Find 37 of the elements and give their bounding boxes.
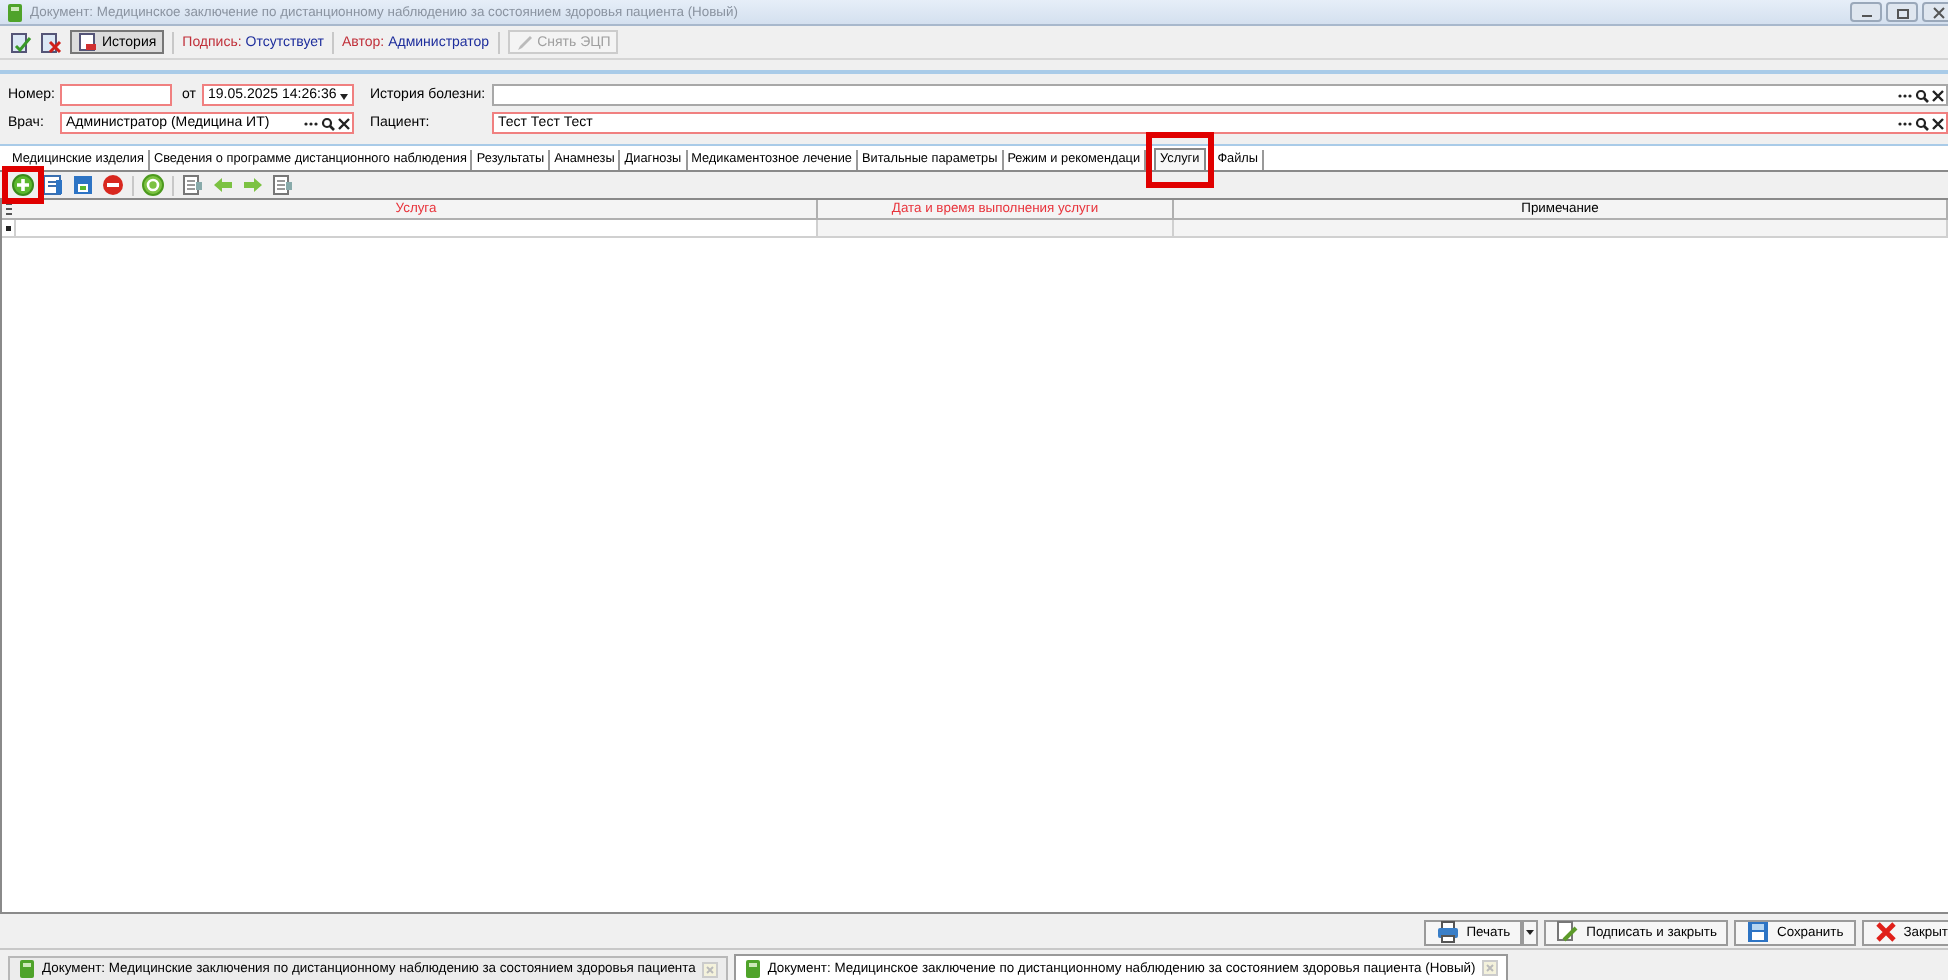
refresh-icon[interactable] <box>142 174 164 196</box>
document-list-icon <box>78 32 98 52</box>
clear-icon[interactable] <box>336 115 352 131</box>
save-icon <box>1746 920 1771 944</box>
document-check-icon[interactable] <box>10 31 32 53</box>
dropdown-button[interactable] <box>1522 919 1539 945</box>
document-icon <box>743 957 762 979</box>
edit-document-icon[interactable] <box>42 174 64 196</box>
input-field[interactable] <box>492 84 1948 106</box>
minimize-button[interactable] <box>1850 2 1882 22</box>
app-icon <box>6 1 24 23</box>
document-icon <box>18 958 36 980</box>
close-icon <box>1873 920 1898 944</box>
restore-icon <box>1891 5 1913 19</box>
table-cell[interactable] <box>16 220 818 238</box>
add-icon[interactable] <box>12 174 34 196</box>
table-cell[interactable] <box>818 220 1174 238</box>
close-button[interactable] <box>1922 2 1948 22</box>
delete-icon[interactable] <box>102 174 124 196</box>
document-icon[interactable] <box>182 174 204 196</box>
caret-icon <box>1524 926 1537 938</box>
document-icon[interactable] <box>272 174 294 196</box>
row-marker-icon <box>2 220 16 236</box>
printer-icon <box>1436 920 1461 944</box>
table-cell[interactable] <box>1174 220 1948 238</box>
search-icon[interactable] <box>1914 115 1930 131</box>
document-cross-icon[interactable] <box>40 31 62 53</box>
clear-icon[interactable] <box>1930 87 1946 103</box>
clear-icon[interactable] <box>1930 115 1946 131</box>
document-pen-icon <box>1556 920 1581 944</box>
close-icon <box>1927 5 1948 19</box>
save-icon[interactable] <box>72 174 94 196</box>
search-icon[interactable] <box>320 115 336 131</box>
input-field[interactable] <box>60 84 172 106</box>
pen-icon <box>515 33 534 51</box>
restore-button[interactable] <box>1886 2 1918 22</box>
search-icon[interactable] <box>1914 87 1930 103</box>
